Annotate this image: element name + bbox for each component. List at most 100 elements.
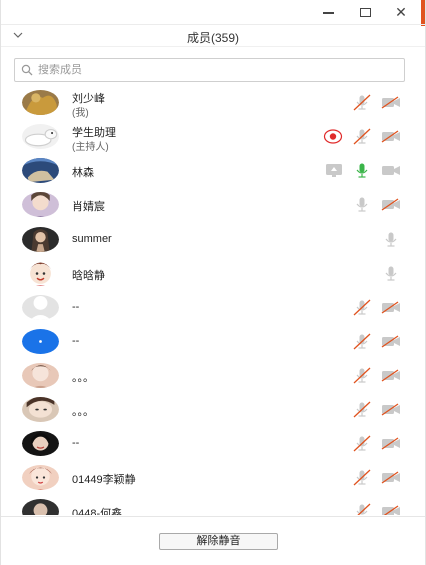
mic-toggle[interactable]	[352, 469, 372, 486]
mic-toggle[interactable]	[352, 162, 372, 179]
title-bar: ✕	[1, 0, 425, 25]
mic-toggle[interactable]	[352, 367, 372, 384]
mic-muted-icon	[353, 435, 371, 452]
camera-off-icon	[381, 471, 400, 484]
members-title: 成员(359)	[186, 31, 239, 45]
avatar	[22, 158, 59, 183]
member-row[interactable]: 0448-何鑫	[1, 496, 425, 515]
mic-toggle[interactable]	[352, 196, 372, 213]
minimize-icon	[322, 12, 334, 14]
mic-muted-icon	[353, 367, 371, 384]
footer-bar: 解除静音	[1, 516, 425, 565]
camera-toggle[interactable]	[381, 401, 401, 418]
maximize-icon	[359, 7, 371, 17]
search-input[interactable]	[38, 64, 378, 76]
member-name: 。。。	[72, 372, 94, 384]
avatar	[22, 227, 59, 252]
unmute-all-button[interactable]: 解除静音	[159, 533, 278, 550]
member-list[interactable]: 刘少峰 (我) 学生助理 (主持人) 林森 肖婧宸 summer 晗晗静 -- --。。。。。。 -…	[1, 87, 425, 515]
mic-muted-icon	[356, 503, 371, 515]
mic-muted-icon	[353, 299, 371, 316]
camera-toggle[interactable]	[381, 162, 401, 179]
mic-toggle[interactable]	[381, 265, 401, 282]
member-name: 01449李颖静	[72, 474, 136, 486]
mic-muted-icon	[353, 401, 371, 418]
member-role: (我)	[72, 108, 89, 119]
avatar	[22, 295, 59, 320]
camera-toggle[interactable]	[381, 299, 401, 316]
member-name: 肖婧宸	[72, 201, 105, 213]
member-name: --	[72, 301, 80, 313]
camera-toggle[interactable]	[381, 128, 401, 145]
camera-toggle[interactable]	[381, 196, 401, 213]
search-box[interactable]	[14, 58, 405, 82]
camera-off-icon	[381, 403, 400, 416]
avatar	[22, 192, 59, 217]
avatar	[22, 363, 59, 388]
member-row[interactable]: 01449李颖静	[1, 462, 425, 496]
avatar	[22, 397, 59, 422]
member-name: 晗晗静	[72, 270, 105, 282]
avatar	[22, 431, 59, 456]
screen-share-icon	[326, 164, 342, 177]
mic-muted-icon	[353, 333, 371, 350]
avatar	[22, 465, 59, 490]
avatar	[22, 261, 59, 286]
camera-off-icon	[381, 198, 400, 211]
camera-toggle[interactable]	[381, 469, 401, 486]
participants-window: ✕ 成员(359) 刘少峰(我)学生助理(主持人) 林森肖婧宸 summer 晗晗静 -…	[0, 0, 426, 565]
camera-toggle[interactable]	[381, 435, 401, 452]
camera-toggle[interactable]	[381, 94, 401, 111]
close-button[interactable]: ✕	[386, 2, 416, 22]
members-header: 成员(359)	[1, 25, 425, 47]
minimize-button[interactable]	[313, 2, 343, 22]
screen-share-indicator	[324, 162, 344, 179]
member-row[interactable]: 肖婧宸	[1, 189, 425, 223]
member-name: summer	[72, 233, 112, 245]
mic-muted-icon	[353, 94, 371, 111]
mic-toggle[interactable]	[352, 333, 372, 350]
member-row[interactable]: 学生助理 (主持人)	[1, 121, 425, 155]
camera-toggle[interactable]	[381, 367, 401, 384]
member-row[interactable]: 。。。	[1, 360, 425, 394]
member-row[interactable]: --	[1, 428, 425, 462]
member-row[interactable]: 林森	[1, 155, 425, 189]
member-name: 0448-何鑫	[72, 508, 123, 515]
camera-icon	[382, 166, 400, 175]
avatar	[22, 90, 59, 115]
mic-toggle[interactable]	[352, 128, 372, 145]
member-row[interactable]: 刘少峰 (我)	[1, 87, 425, 121]
camera-toggle[interactable]	[381, 333, 401, 350]
mic-on-icon	[356, 163, 368, 178]
mic-muted-icon	[353, 469, 371, 486]
mic-toggle[interactable]	[352, 94, 372, 111]
camera-off-icon	[381, 369, 400, 382]
mic-icon	[385, 232, 397, 247]
mic-icon	[356, 197, 368, 212]
mic-toggle[interactable]	[352, 299, 372, 316]
camera-off-icon	[381, 301, 400, 314]
member-name: --	[72, 335, 80, 347]
camera-off-icon	[382, 505, 400, 515]
member-row[interactable]: 晗晗静	[1, 258, 425, 292]
maximize-button[interactable]	[350, 2, 380, 22]
avatar	[22, 499, 59, 515]
mic-icon	[385, 266, 397, 281]
mic-toggle[interactable]	[352, 435, 372, 452]
mic-toggle[interactable]	[352, 401, 372, 418]
camera-toggle[interactable]	[381, 503, 401, 515]
member-name: 。。。	[72, 406, 94, 418]
camera-off-icon	[381, 437, 400, 450]
member-row[interactable]: summer	[1, 224, 425, 258]
member-name: --	[72, 437, 80, 449]
member-row[interactable]: --	[1, 326, 425, 360]
member-name: 林森	[72, 167, 94, 179]
member-row[interactable]: --	[1, 292, 425, 326]
mic-muted-icon	[353, 128, 371, 145]
recording-indicator	[323, 128, 343, 145]
mic-toggle[interactable]	[352, 503, 372, 515]
camera-off-icon	[381, 130, 400, 143]
mic-toggle[interactable]	[381, 231, 401, 248]
member-row[interactable]: 。。。	[1, 394, 425, 428]
close-icon: ✕	[395, 3, 407, 20]
